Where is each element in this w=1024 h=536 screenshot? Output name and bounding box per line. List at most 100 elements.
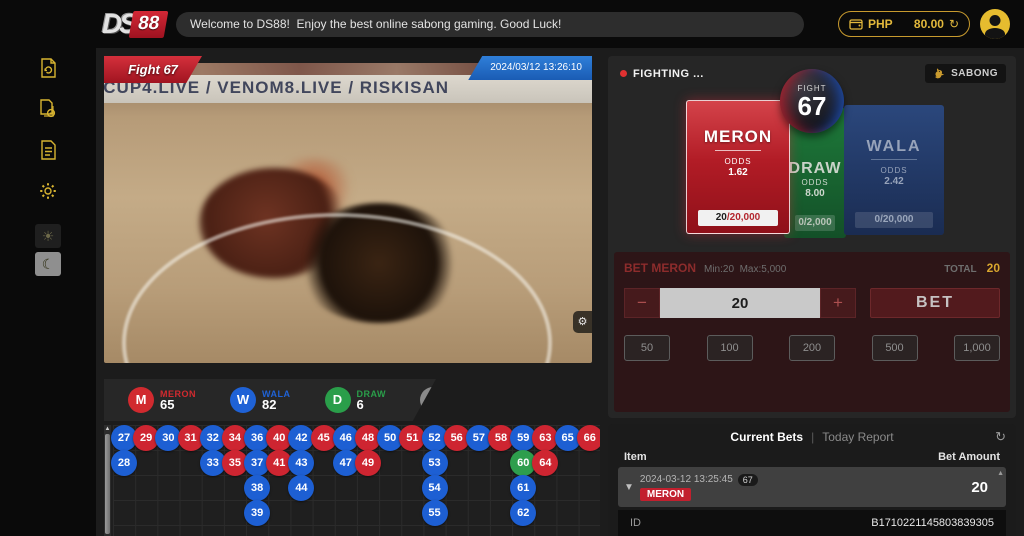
reports-icon[interactable]: [36, 138, 60, 162]
fight-status: FIGHTING ...: [620, 68, 704, 80]
column-bet-amount: Bet Amount: [938, 451, 1000, 463]
trend-dot-28: 28: [111, 450, 137, 476]
results-summary: MMERON65WWALA82DDRAW6CCANCEL4: [104, 379, 436, 421]
stat-meron: MMERON65: [128, 387, 196, 413]
balance-refresh-icon[interactable]: ↻: [949, 17, 959, 31]
app-root: ☀ ☾ DS 88 Welcome to DS88! Enjoy the bes…: [0, 0, 1024, 536]
increase-bet-button[interactable]: +: [820, 288, 856, 318]
bet-amount-input[interactable]: [660, 288, 820, 318]
meron-title: MERON: [704, 127, 772, 147]
ds88-logo[interactable]: DS 88: [102, 8, 166, 40]
betting-panel: FIGHTING ... SABONG FIGHT 67 MERON ODDS …: [608, 56, 1016, 418]
bets-scroll-up-icon[interactable]: ▲: [997, 470, 1004, 477]
trend-dot-44: 44: [288, 475, 314, 501]
draw-title: DRAW: [789, 160, 842, 178]
trend-dot-55: 55: [422, 500, 448, 526]
scrollbar-thumb[interactable]: [105, 434, 110, 534]
quick-chip-500[interactable]: 500: [872, 335, 918, 361]
decrease-bet-button[interactable]: −: [624, 288, 660, 318]
arena-chalk-ring: [122, 213, 552, 363]
bet-timestamp: 2024-03-12 13:25:45: [640, 474, 733, 485]
transactions-icon[interactable]: [36, 97, 60, 121]
total-label: TOTAL: [944, 264, 976, 275]
fight-number-ball: FIGHT 67: [780, 69, 844, 133]
balance-value: 80.00: [914, 17, 944, 31]
trend-dot-43: 43: [288, 450, 314, 476]
trend-dot-54: 54: [422, 475, 448, 501]
bet-entry-area: BET MERON Min:20 Max:5,000 TOTAL 20 − + …: [614, 252, 1010, 412]
provider-badge[interactable]: SABONG: [925, 64, 1006, 83]
dark-theme-toggle-moon-icon[interactable]: ☾: [35, 252, 61, 276]
quick-chip-100[interactable]: 100: [707, 335, 753, 361]
meron-pool: 20/20,000: [698, 210, 778, 226]
wallet-balance[interactable]: PHP 80.00 ↻: [838, 11, 970, 37]
trend-dot-66: 66: [577, 425, 600, 451]
stat-count: 65: [160, 399, 196, 411]
bet-amount-value: 20: [971, 479, 996, 496]
trend-grid: ▲ 27282930313233343536373839404142434445…: [104, 425, 600, 536]
wallet-icon: [849, 18, 863, 30]
chip-row: 50 100 200 500 1,000: [624, 335, 1000, 361]
trend-dot-61: 61: [510, 475, 536, 501]
quick-chip-1,000[interactable]: 1,000: [954, 335, 1000, 361]
trend-dot-64: 64: [532, 450, 558, 476]
id-value: B1710221145803839305: [871, 517, 994, 529]
stat-count: 6: [357, 399, 387, 411]
bet-side-label: BET MERON: [624, 261, 696, 275]
rooster-icon: [933, 67, 946, 80]
quick-chip-50[interactable]: 50: [624, 335, 670, 361]
trend-dot-62: 62: [510, 500, 536, 526]
stat-cancel: C CANCEL4: [420, 387, 493, 413]
stat-wala: WWALA82: [230, 387, 291, 413]
gear-icon: ⚙: [578, 316, 588, 328]
bet-history-icon[interactable]: [36, 56, 60, 80]
id-label: ID: [630, 517, 641, 529]
column-item: Item: [624, 451, 647, 463]
trend-dot-49: 49: [355, 450, 381, 476]
bets-refresh-icon[interactable]: ↻: [995, 429, 1006, 445]
draw-odds: 8.00: [805, 188, 824, 199]
wala-card[interactable]: WALA ODDS 2.42 0/20,000: [844, 105, 944, 235]
wala-pool: 0/20,000: [855, 212, 933, 228]
draw-bubble-icon: D: [325, 387, 351, 413]
quick-chip-200[interactable]: 200: [789, 335, 835, 361]
left-sidebar: ☀ ☾: [0, 0, 96, 536]
cancel-bubble-icon: C: [420, 387, 446, 413]
stream-timestamp-badge: 2024/03/12 13:26:10: [468, 56, 592, 80]
stat-draw: DDRAW6: [325, 387, 387, 413]
wala-title: WALA: [866, 138, 921, 156]
settings-icon[interactable]: [36, 179, 60, 203]
bet-row[interactable]: ▼ 2024-03-12 13:25:45 67 MERON 20 ▲: [618, 467, 1006, 507]
user-avatar[interactable]: [980, 9, 1010, 39]
trend-dot-38: 38: [244, 475, 270, 501]
meron-odds: 1.62: [728, 167, 747, 178]
wala-odds: 2.42: [884, 176, 903, 187]
bet-id-row: ID B1710221145803839305: [618, 510, 1006, 536]
stat-label: CANCEL: [452, 389, 493, 399]
chevron-down-icon: ▼: [624, 482, 634, 493]
meron-card[interactable]: MERON ODDS 1.62 20/20,000: [686, 100, 790, 234]
stat-count: 4: [452, 399, 493, 411]
draw-pool: 0/2,000: [795, 215, 835, 231]
place-bet-button[interactable]: BET: [870, 288, 1000, 318]
bet-side-badge: MERON: [640, 488, 691, 501]
top-bar: DS 88 Welcome to DS88! Enjoy the best on…: [96, 0, 1024, 48]
tab-current-bets[interactable]: Current Bets: [730, 430, 803, 444]
scroll-up-icon[interactable]: ▲: [104, 425, 111, 433]
live-video-stream[interactable]: UCUP4.LIVE / VENOM8.LIVE / RISKISAN: [104, 63, 592, 363]
video-settings-button[interactable]: ⚙: [573, 311, 592, 333]
meron-bubble-icon: M: [128, 387, 154, 413]
tab-today-report[interactable]: Today Report: [822, 430, 893, 444]
current-bets-panel: Current Bets | Today Report ↻ Item Bet A…: [608, 424, 1016, 536]
light-theme-toggle-sun-icon[interactable]: ☀: [35, 224, 61, 248]
trend-grid-scrollbar[interactable]: ▲: [104, 425, 111, 536]
trend-grid-cells: 2728293031323334353637383940414243444546…: [113, 425, 600, 536]
bet-limits: Min:20 Max:5,000: [704, 264, 786, 275]
live-dot-icon: [620, 70, 627, 77]
trend-dot-39: 39: [244, 500, 270, 526]
stat-count: 82: [262, 399, 291, 411]
bet-fight-number: 67: [738, 474, 758, 486]
wala-bubble-icon: W: [230, 387, 256, 413]
logo-88-text: 88: [129, 11, 169, 38]
fight-number-badge: Fight 67: [104, 56, 202, 83]
